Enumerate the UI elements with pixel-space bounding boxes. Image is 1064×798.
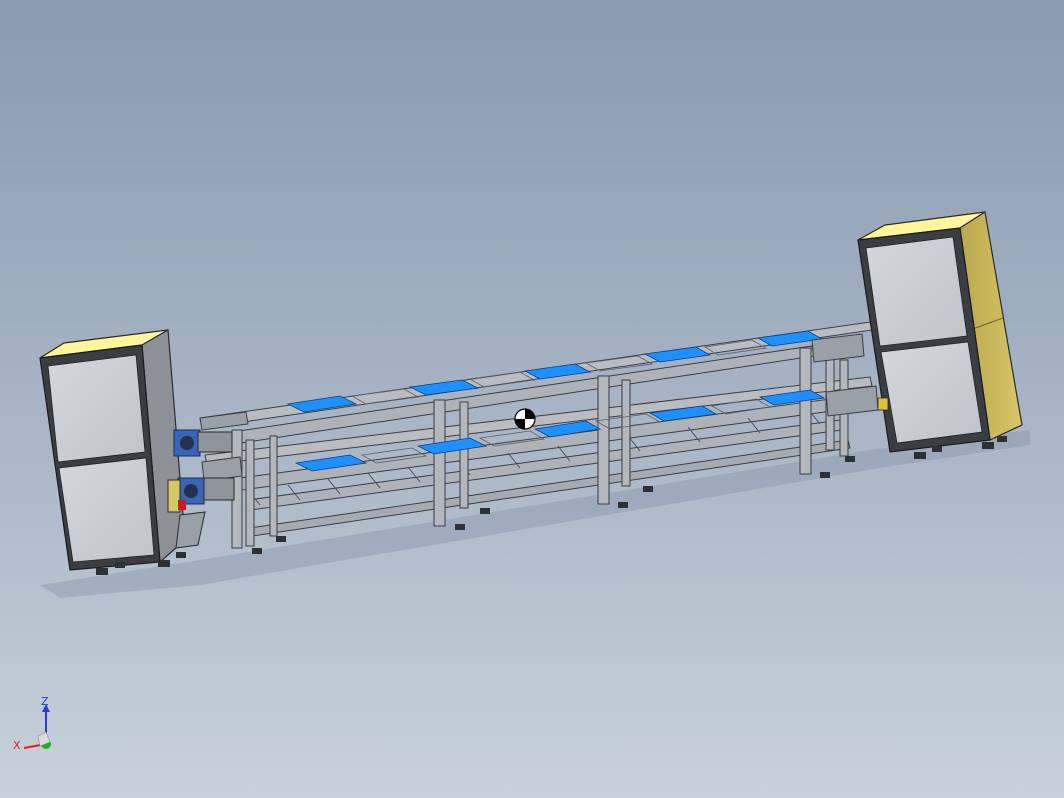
- right-cabinet[interactable]: [857, 211, 1023, 459]
- view-orientation-triad[interactable]: Z X: [10, 696, 60, 760]
- right-cabinet-lower-panel: [880, 341, 983, 444]
- center-of-mass-icon[interactable]: [514, 408, 536, 430]
- right-sensor-box: [877, 397, 889, 411]
- assembly-model[interactable]: [0, 0, 1064, 798]
- left-cabinet[interactable]: [39, 329, 186, 575]
- z-axis-label: Z: [41, 696, 49, 708]
- graphics-viewport[interactable]: Z X: [0, 0, 1064, 798]
- right-cabinet-upper-panel: [865, 236, 968, 347]
- left-cabinet-upper-panel: [47, 354, 146, 463]
- x-axis-label: X: [13, 739, 21, 752]
- drive-motors[interactable]: [167, 429, 235, 549]
- left-cabinet-lower-panel: [58, 457, 155, 563]
